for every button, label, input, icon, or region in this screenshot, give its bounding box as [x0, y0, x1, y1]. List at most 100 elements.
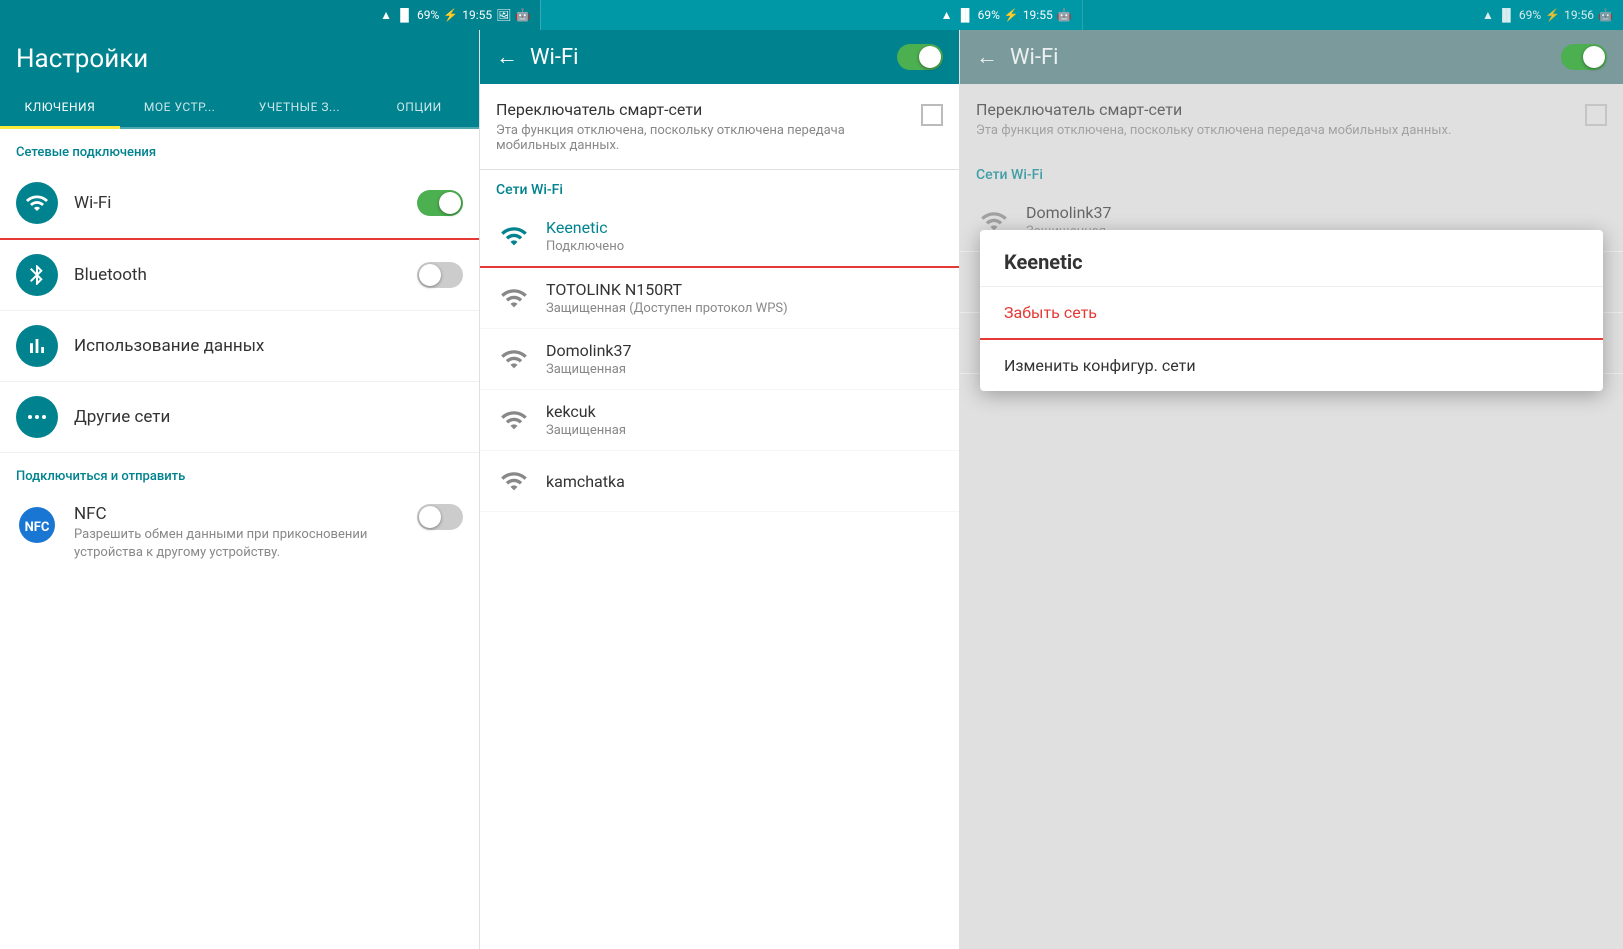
- context-menu-title: Keenetic: [980, 230, 1603, 287]
- charge-icon-right: ⚡: [1545, 8, 1560, 22]
- wifi-toggle[interactable]: [417, 190, 463, 216]
- keenetic-status: Подключено: [546, 239, 943, 254]
- cell-signal-left: ▐▌: [396, 8, 413, 22]
- status-bar-right: ▲ ▐▌ 69% ⚡ 19:56 🤖: [1082, 0, 1623, 30]
- context-menu-modify[interactable]: Изменить конфигур. сети: [980, 340, 1603, 391]
- domolink-status: Защищенная: [546, 362, 943, 377]
- wifi-header-toggle-thumb-right: [1583, 46, 1605, 68]
- settings-title: Настройки: [16, 44, 463, 74]
- settings-item-data[interactable]: Использование данных: [0, 311, 479, 382]
- wifi-title-right: Wi-Fi: [1010, 45, 1549, 70]
- wifi-header-toggle-right[interactable]: [1561, 44, 1607, 70]
- totolink-status: Защищенная (Доступен протокол WPS): [546, 301, 943, 316]
- bluetooth-toggle-thumb: [419, 264, 441, 286]
- other-svg-icon: [25, 405, 49, 429]
- nfc-svg-icon: NFC: [19, 507, 55, 543]
- networks-label-right: Сети Wi-Fi: [960, 155, 1623, 191]
- wifi-header-right: ← Wi-Fi: [960, 30, 1623, 84]
- data-item-icon: [16, 325, 58, 367]
- screens-container: Настройки КЛЮЧЕНИЯ МОЕ УСТР... УЧЕТНЫЕ З…: [0, 30, 1623, 949]
- domolink-name-right: Domolink37: [1026, 203, 1607, 222]
- wifi-panel-mid: ← Wi-Fi Переключатель смарт-сети Эта фун…: [480, 30, 960, 949]
- wifi-svg-icon: [25, 191, 49, 215]
- nfc-toggle[interactable]: [417, 504, 463, 530]
- wifi-network-icon-kekcuk: [496, 402, 532, 438]
- keenetic-text: Keenetic Подключено: [546, 218, 943, 254]
- totolink-text: TOTOLINK N150RT Защищенная (Доступен про…: [546, 280, 943, 316]
- data-item-text: Использование данных: [74, 336, 463, 356]
- signal-icon-left: ▲: [380, 8, 392, 22]
- bluetooth-item-title: Bluetooth: [74, 265, 401, 285]
- network-item-totolink[interactable]: TOTOLINK N150RT Защищенная (Доступен про…: [480, 268, 959, 329]
- tab-connections[interactable]: КЛЮЧЕНИЯ: [0, 88, 120, 129]
- android-icon-left: 🤖: [515, 8, 530, 22]
- settings-tabs: КЛЮЧЕНИЯ МОЕ УСТР... УЧЕТНЫЕ З... ОПЦИИ: [0, 88, 479, 129]
- network-item-domolink[interactable]: Domolink37 Защищенная: [480, 329, 959, 390]
- domolink-text: Domolink37 Защищенная: [546, 341, 943, 377]
- wifi-content-mid: Переключатель смарт-сети Эта функция отк…: [480, 84, 959, 949]
- data-item-title: Использование данных: [74, 336, 463, 356]
- keenetic-name: Keenetic: [546, 218, 943, 237]
- nfc-toggle-thumb: [419, 506, 441, 528]
- wifi-icon-keenetic: [500, 222, 528, 250]
- bluetooth-item-text: Bluetooth: [74, 265, 401, 285]
- status-bar: ▲ ▐▌ 69% ⚡ 19:55 🖼 🤖 ▲ ▐▌ 69% ⚡ 19:55 🤖 …: [0, 0, 1623, 30]
- wifi-icon-kamchatka: [500, 467, 528, 495]
- settings-item-wifi[interactable]: Wi-Fi: [0, 168, 479, 240]
- settings-content: Сетевые подключения Wi-Fi: [0, 129, 479, 949]
- wifi-panel-right: ← Wi-Fi Переключатель смарт-сети Эта фун…: [960, 30, 1623, 949]
- kekcuk-status: Защищенная: [546, 423, 943, 438]
- smart-switch-subtitle-right: Эта функция отключена, поскольку отключе…: [976, 123, 1573, 138]
- bluetooth-toggle[interactable]: [417, 262, 463, 288]
- smart-switch-title-mid: Переключатель смарт-сети: [496, 100, 909, 119]
- smart-switch-text-mid: Переключатель смарт-сети Эта функция отк…: [496, 100, 909, 153]
- tab-options[interactable]: ОПЦИИ: [359, 88, 479, 127]
- smart-switch-checkbox-mid[interactable]: [921, 104, 943, 126]
- android-icon-mid: 🤖: [1057, 8, 1072, 22]
- networks-label-mid: Сети Wi-Fi: [480, 170, 959, 206]
- network-item-kamchatka[interactable]: kamchatka: [480, 451, 959, 512]
- network-item-keenetic[interactable]: Keenetic Подключено: [480, 206, 959, 268]
- battery-right: 69%: [1519, 8, 1541, 22]
- nfc-item-icon: NFC: [16, 504, 58, 546]
- bluetooth-svg-icon: [25, 263, 49, 287]
- time-mid: 19:55: [1023, 8, 1053, 22]
- kekcuk-name: kekcuk: [546, 402, 943, 421]
- kekcuk-text: kekcuk Защищенная: [546, 402, 943, 438]
- wifi-icon-status-mid: ▲: [941, 8, 953, 22]
- settings-item-nfc[interactable]: NFC NFC Разрешить обмен данными при прик…: [0, 492, 479, 574]
- settings-item-bluetooth[interactable]: Bluetooth: [0, 240, 479, 311]
- wifi-network-icon-totolink: [496, 280, 532, 316]
- network-item-kekcuk[interactable]: kekcuk Защищенная: [480, 390, 959, 451]
- context-menu-forget[interactable]: Забыть сеть: [980, 287, 1603, 340]
- nfc-item-subtitle: Разрешить обмен данными при прикосновени…: [74, 526, 401, 562]
- smart-switch-title-right: Переключатель смарт-сети: [976, 100, 1573, 119]
- cell-signal-right: ▐▌: [1498, 8, 1515, 22]
- back-button-right[interactable]: ←: [976, 44, 998, 70]
- back-button-mid[interactable]: ←: [496, 44, 518, 70]
- wifi-icon-kekcuk: [500, 406, 528, 434]
- wifi-item-title: Wi-Fi: [74, 193, 401, 213]
- android-icon-right: 🤖: [1598, 8, 1613, 22]
- time-left: 19:55: [462, 8, 492, 22]
- totolink-name: TOTOLINK N150RT: [546, 280, 943, 299]
- time-right: 19:56: [1564, 8, 1594, 22]
- status-bar-left: ▲ ▐▌ 69% ⚡ 19:55 🖼 🤖: [0, 0, 540, 30]
- wifi-header-toggle-mid[interactable]: [897, 44, 943, 70]
- charge-icon-left: ⚡: [443, 8, 458, 22]
- other-item-icon: [16, 396, 58, 438]
- smart-switch-checkbox-right[interactable]: [1585, 104, 1607, 126]
- wifi-icon-domolink: [500, 345, 528, 373]
- data-svg-icon: [25, 334, 49, 358]
- screenshot-icon: 🖼: [496, 8, 511, 22]
- smart-switch-mid: Переключатель смарт-сети Эта функция отк…: [480, 84, 959, 170]
- tab-device[interactable]: МОЕ УСТР...: [120, 88, 240, 127]
- wifi-network-icon-domolink: [496, 341, 532, 377]
- settings-item-other[interactable]: Другие сети: [0, 382, 479, 453]
- kamchatka-text: kamchatka: [546, 472, 943, 491]
- charge-icon-mid: ⚡: [1004, 8, 1019, 22]
- wifi-item-icon: [16, 182, 58, 224]
- nfc-item-title: NFC: [74, 504, 401, 524]
- network-section-label: Сетевые подключения: [0, 129, 479, 168]
- tab-accounts[interactable]: УЧЕТНЫЕ З...: [240, 88, 360, 127]
